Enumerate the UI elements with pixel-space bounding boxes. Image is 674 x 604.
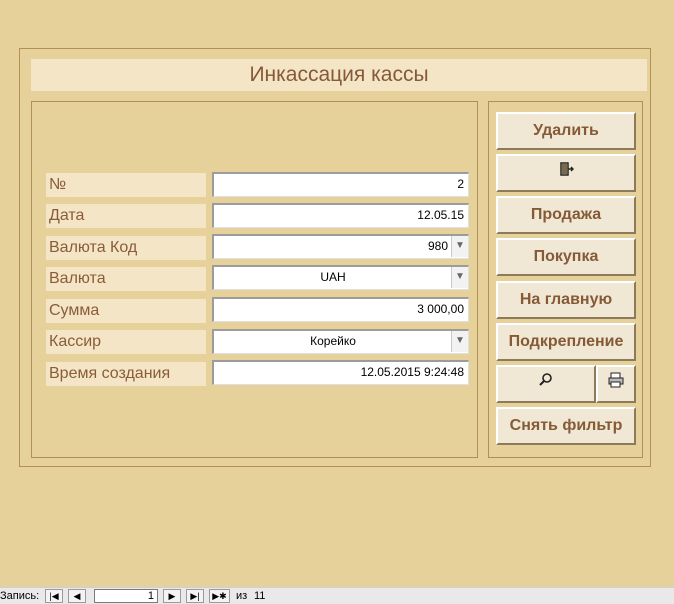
reinforcement-button[interactable]: Подкрепление bbox=[496, 323, 636, 361]
home-button[interactable]: На главную bbox=[496, 281, 636, 319]
purchase-button[interactable]: Покупка bbox=[496, 238, 636, 276]
printer-icon bbox=[607, 367, 625, 401]
prev-record-icon[interactable]: ◀ bbox=[68, 589, 86, 603]
magnifier-icon bbox=[538, 367, 554, 401]
first-record-icon[interactable]: |◀ bbox=[45, 589, 63, 603]
number-label: № bbox=[46, 173, 206, 197]
delete-button[interactable]: Удалить bbox=[496, 112, 636, 150]
form-title: Инкассация кассы bbox=[31, 59, 647, 91]
chevron-down-icon[interactable]: ▼ bbox=[451, 236, 468, 257]
next-record-icon[interactable]: ▶ bbox=[163, 589, 181, 603]
record-number-input[interactable]: 1 bbox=[94, 589, 158, 603]
currency-value: UAH bbox=[320, 270, 346, 284]
of-label: из bbox=[236, 590, 248, 602]
number-field[interactable]: 2 bbox=[212, 172, 469, 197]
currency-combo[interactable]: UAH ▼ bbox=[212, 265, 469, 290]
door-exit-icon bbox=[558, 156, 574, 190]
new-record-icon[interactable]: ▶✱ bbox=[209, 589, 230, 603]
last-record-icon[interactable]: ▶| bbox=[186, 589, 204, 603]
currency-code-value: 980 bbox=[427, 239, 448, 253]
cashier-combo[interactable]: Корейко ▼ bbox=[212, 329, 469, 354]
currency-code-combo[interactable]: 980 ▼ bbox=[212, 234, 469, 259]
date-field[interactable]: 12.05.15 bbox=[212, 203, 469, 228]
search-button[interactable] bbox=[496, 365, 596, 403]
amount-label: Сумма bbox=[46, 299, 206, 323]
record-navigation-bar: Запись: |◀ ◀ 1 ▶ ▶| ▶✱ из 11 bbox=[0, 587, 674, 604]
print-button[interactable] bbox=[596, 365, 636, 403]
currency-code-label: Валюта Код bbox=[46, 236, 206, 260]
created-time-field[interactable]: 12.05.2015 9:24:48 bbox=[212, 360, 469, 385]
chevron-down-icon[interactable]: ▼ bbox=[451, 267, 468, 288]
exit-button[interactable] bbox=[496, 154, 636, 192]
amount-field[interactable]: 3 000,00 bbox=[212, 297, 469, 322]
cashier-value: Корейко bbox=[310, 334, 356, 348]
remove-filter-button[interactable]: Снять фильтр bbox=[496, 407, 636, 445]
cashier-label: Кассир bbox=[46, 330, 206, 354]
date-label: Дата bbox=[46, 204, 206, 228]
currency-label: Валюта bbox=[46, 267, 206, 291]
record-total: 11 bbox=[254, 590, 266, 602]
sale-button[interactable]: Продажа bbox=[496, 196, 636, 234]
chevron-down-icon[interactable]: ▼ bbox=[451, 331, 468, 352]
record-label: Запись: bbox=[0, 590, 40, 602]
created-time-label: Время создания bbox=[46, 362, 206, 386]
